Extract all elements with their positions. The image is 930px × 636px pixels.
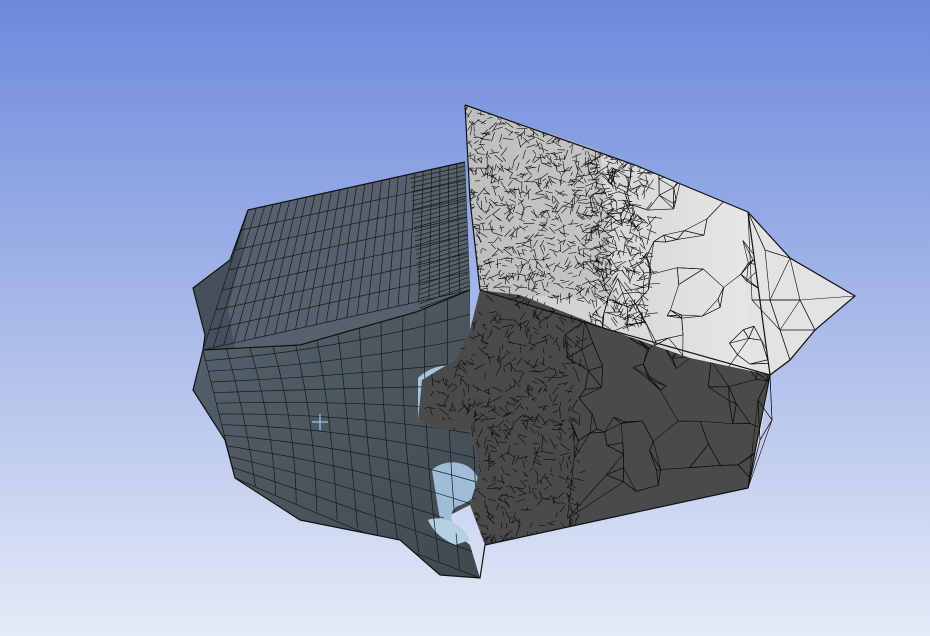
graphics-viewport[interactable] [0,0,930,636]
mesh-model-canvas[interactable] [0,0,930,636]
